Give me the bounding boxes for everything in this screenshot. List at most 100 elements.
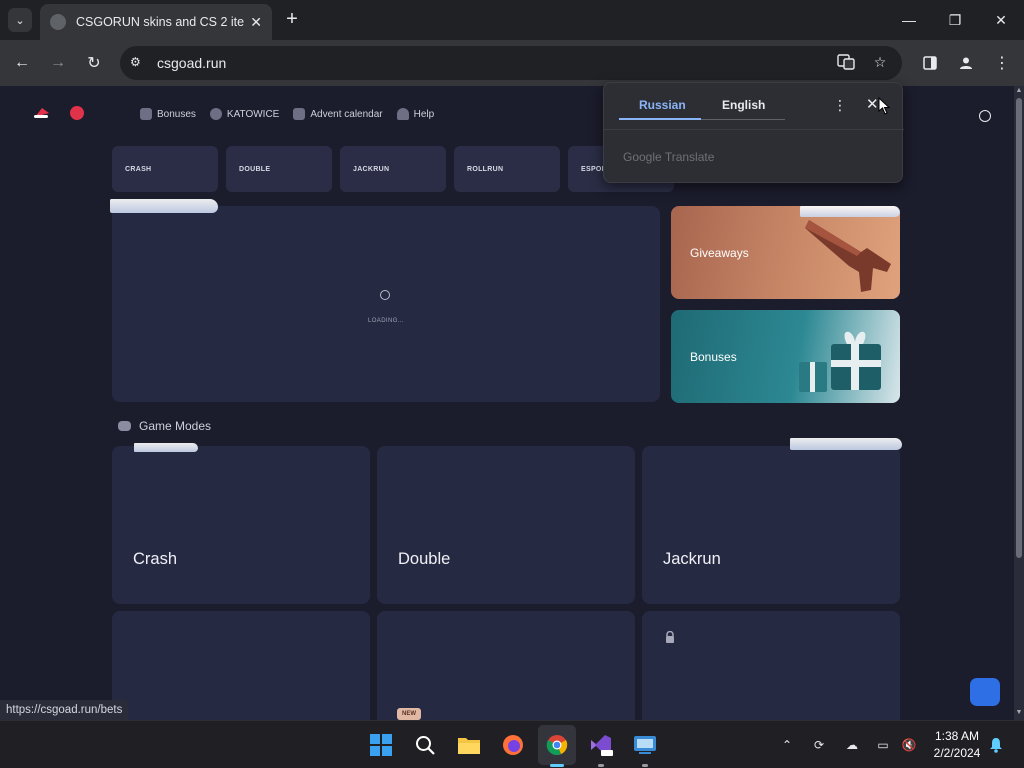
game-label-jackrun: Jackrun [663,550,721,568]
nav-bonuses-label: Bonuses [157,108,196,120]
ornament-ball-icon [70,106,84,120]
translate-tab-target[interactable]: English [722,98,765,112]
browser-toolbar: ← → ↻ ⚙ csgoad.run ☆ ⋮ [0,40,1024,86]
address-url: csgoad.run [157,55,227,71]
side-panel-icon[interactable] [918,51,942,75]
status-bar-url: https://csgoad.run/bets [0,700,129,720]
translate-icon[interactable] [836,54,856,72]
loading-spinner-icon [380,290,390,300]
site-top-nav: Bonuses KATOWICE Advent calendar Help [140,108,434,120]
game-card-crash[interactable]: Crash [112,446,370,604]
tab-title: CSGORUN skins and CS 2 items [76,15,245,29]
taskbar-running-dot [598,764,604,767]
mouse-cursor-icon [878,97,890,115]
nav-katowice[interactable]: KATOWICE [209,108,280,120]
scrollbar-thumb[interactable] [1016,98,1022,558]
nav-advent-label: Advent calendar [310,108,383,120]
restore-button[interactable]: ❐ [932,0,978,40]
page-scrollbar[interactable]: ▲ ▼ [1014,86,1024,720]
game-card-double[interactable]: Double [377,446,635,604]
mode-tab-double[interactable]: DOUBLE [226,146,332,192]
rifle-icon [805,220,891,292]
clock-time[interactable]: 1:38 AM [930,729,984,743]
snow-decoration [790,438,902,450]
scroll-down-icon[interactable]: ▼ [1015,709,1023,716]
translate-tab-indicator [619,118,701,120]
clock-date[interactable]: 2/2/2024 [928,746,986,760]
game-label-double: Double [398,550,451,568]
search-icon[interactable] [413,733,437,757]
game-card-jackrun[interactable]: Jackrun [642,446,900,604]
santa-hat-logo-icon[interactable] [34,106,50,118]
game-modes-title: Game Modes [139,419,212,433]
translate-divider [604,129,904,130]
snow-decoration [134,443,198,452]
display-network-icon[interactable]: ▭ [874,736,892,754]
profile-icon[interactable] [954,51,978,75]
notification-bell-icon[interactable] [987,736,1005,754]
bookmark-star-icon[interactable]: ☆ [870,54,890,72]
game-modes-heading: Game Modes [118,419,211,433]
menu-kebab-icon[interactable]: ⋮ [990,51,1014,75]
translate-options-icon[interactable]: ⋮ [833,97,847,114]
terminal-app-icon[interactable] [633,733,657,757]
gamepad-icon [118,421,131,431]
nav-help[interactable]: Help [396,108,435,120]
windows-taskbar: ⌃ ⟳ ☁ ▭ 🔇 1:38 AM 2/2/2024 [0,720,1024,768]
browser-tab-active[interactable]: CSGORUN skins and CS 2 items ✕ [40,4,272,40]
gift-box-icon [799,331,881,392]
google-translate-brand: Google Translate [623,150,715,164]
translate-tab-source[interactable]: Russian [639,98,686,112]
chrome-icon[interactable] [545,733,569,757]
taskbar-running-dot [642,764,648,767]
site-info-icon[interactable]: ⚙ [130,55,146,71]
bonuses-card[interactable]: Bonuses [671,310,900,403]
main-banner[interactable]: LOADING... [112,206,660,402]
chevron-up-icon[interactable]: ⌃ [778,736,796,754]
snow-decoration [110,199,218,213]
volume-muted-icon[interactable]: 🔇 [900,736,918,754]
game-card-locked[interactable] [642,611,900,720]
minimize-button[interactable]: — [886,0,932,40]
nav-katowice-label: KATOWICE [226,108,280,120]
mode-tab-jackrun[interactable]: JACKRUN [340,146,446,192]
giveaways-card[interactable]: Giveaways [671,206,900,299]
windows-start-icon[interactable] [369,733,393,757]
game-mode-tabs: CRASH DOUBLE JACKRUN ROLLRUN ESPORTS [112,146,674,192]
mode-tab-rollrun[interactable]: ROLLRUN [454,146,560,192]
new-tab-button[interactable]: + [282,9,302,29]
chat-support-button[interactable] [970,678,1000,706]
nav-bonuses[interactable]: Bonuses [140,108,196,120]
visual-studio-icon[interactable] [589,733,613,757]
translate-close-icon[interactable]: ✕ [866,95,879,113]
bonuses-label: Bonuses [690,350,737,364]
giveaways-label: Giveaways [690,246,749,260]
nav-help-label: Help [413,108,435,120]
taskbar-active-dot [550,764,564,767]
loading-spinner-icon [979,110,991,122]
nav-advent-calendar[interactable]: Advent calendar [293,108,383,120]
firefox-icon[interactable] [501,733,525,757]
game-card-row2-2[interactable]: NEW [377,611,635,720]
gift-icon [140,108,152,120]
tab-close-icon[interactable]: ✕ [250,14,262,31]
mode-tab-crash[interactable]: CRASH [112,146,218,192]
new-badge: NEW [397,708,421,720]
address-bar[interactable]: ⚙ csgoad.run ☆ [120,46,902,80]
game-label-crash: Crash [133,550,178,568]
file-explorer-icon[interactable] [457,733,481,757]
snow-decoration [800,206,900,217]
translate-popup: Russian English ⋮ ✕ Google Translate [603,82,904,183]
sync-icon[interactable]: ⟳ [810,736,828,754]
tab-search-button[interactable]: ⌄ [8,8,32,32]
close-window-button[interactable]: ✕ [978,0,1024,40]
calendar-icon [293,108,306,120]
tournament-icon [209,108,222,120]
scroll-up-icon[interactable]: ▲ [1015,87,1023,94]
site-favicon-icon [50,14,66,30]
cloud-offline-icon[interactable]: ☁ [843,736,861,754]
game-card-row2-1[interactable] [112,611,370,720]
back-button[interactable]: ← [10,51,34,75]
reload-button[interactable]: ↻ [82,51,106,75]
forward-button[interactable]: → [46,51,70,75]
